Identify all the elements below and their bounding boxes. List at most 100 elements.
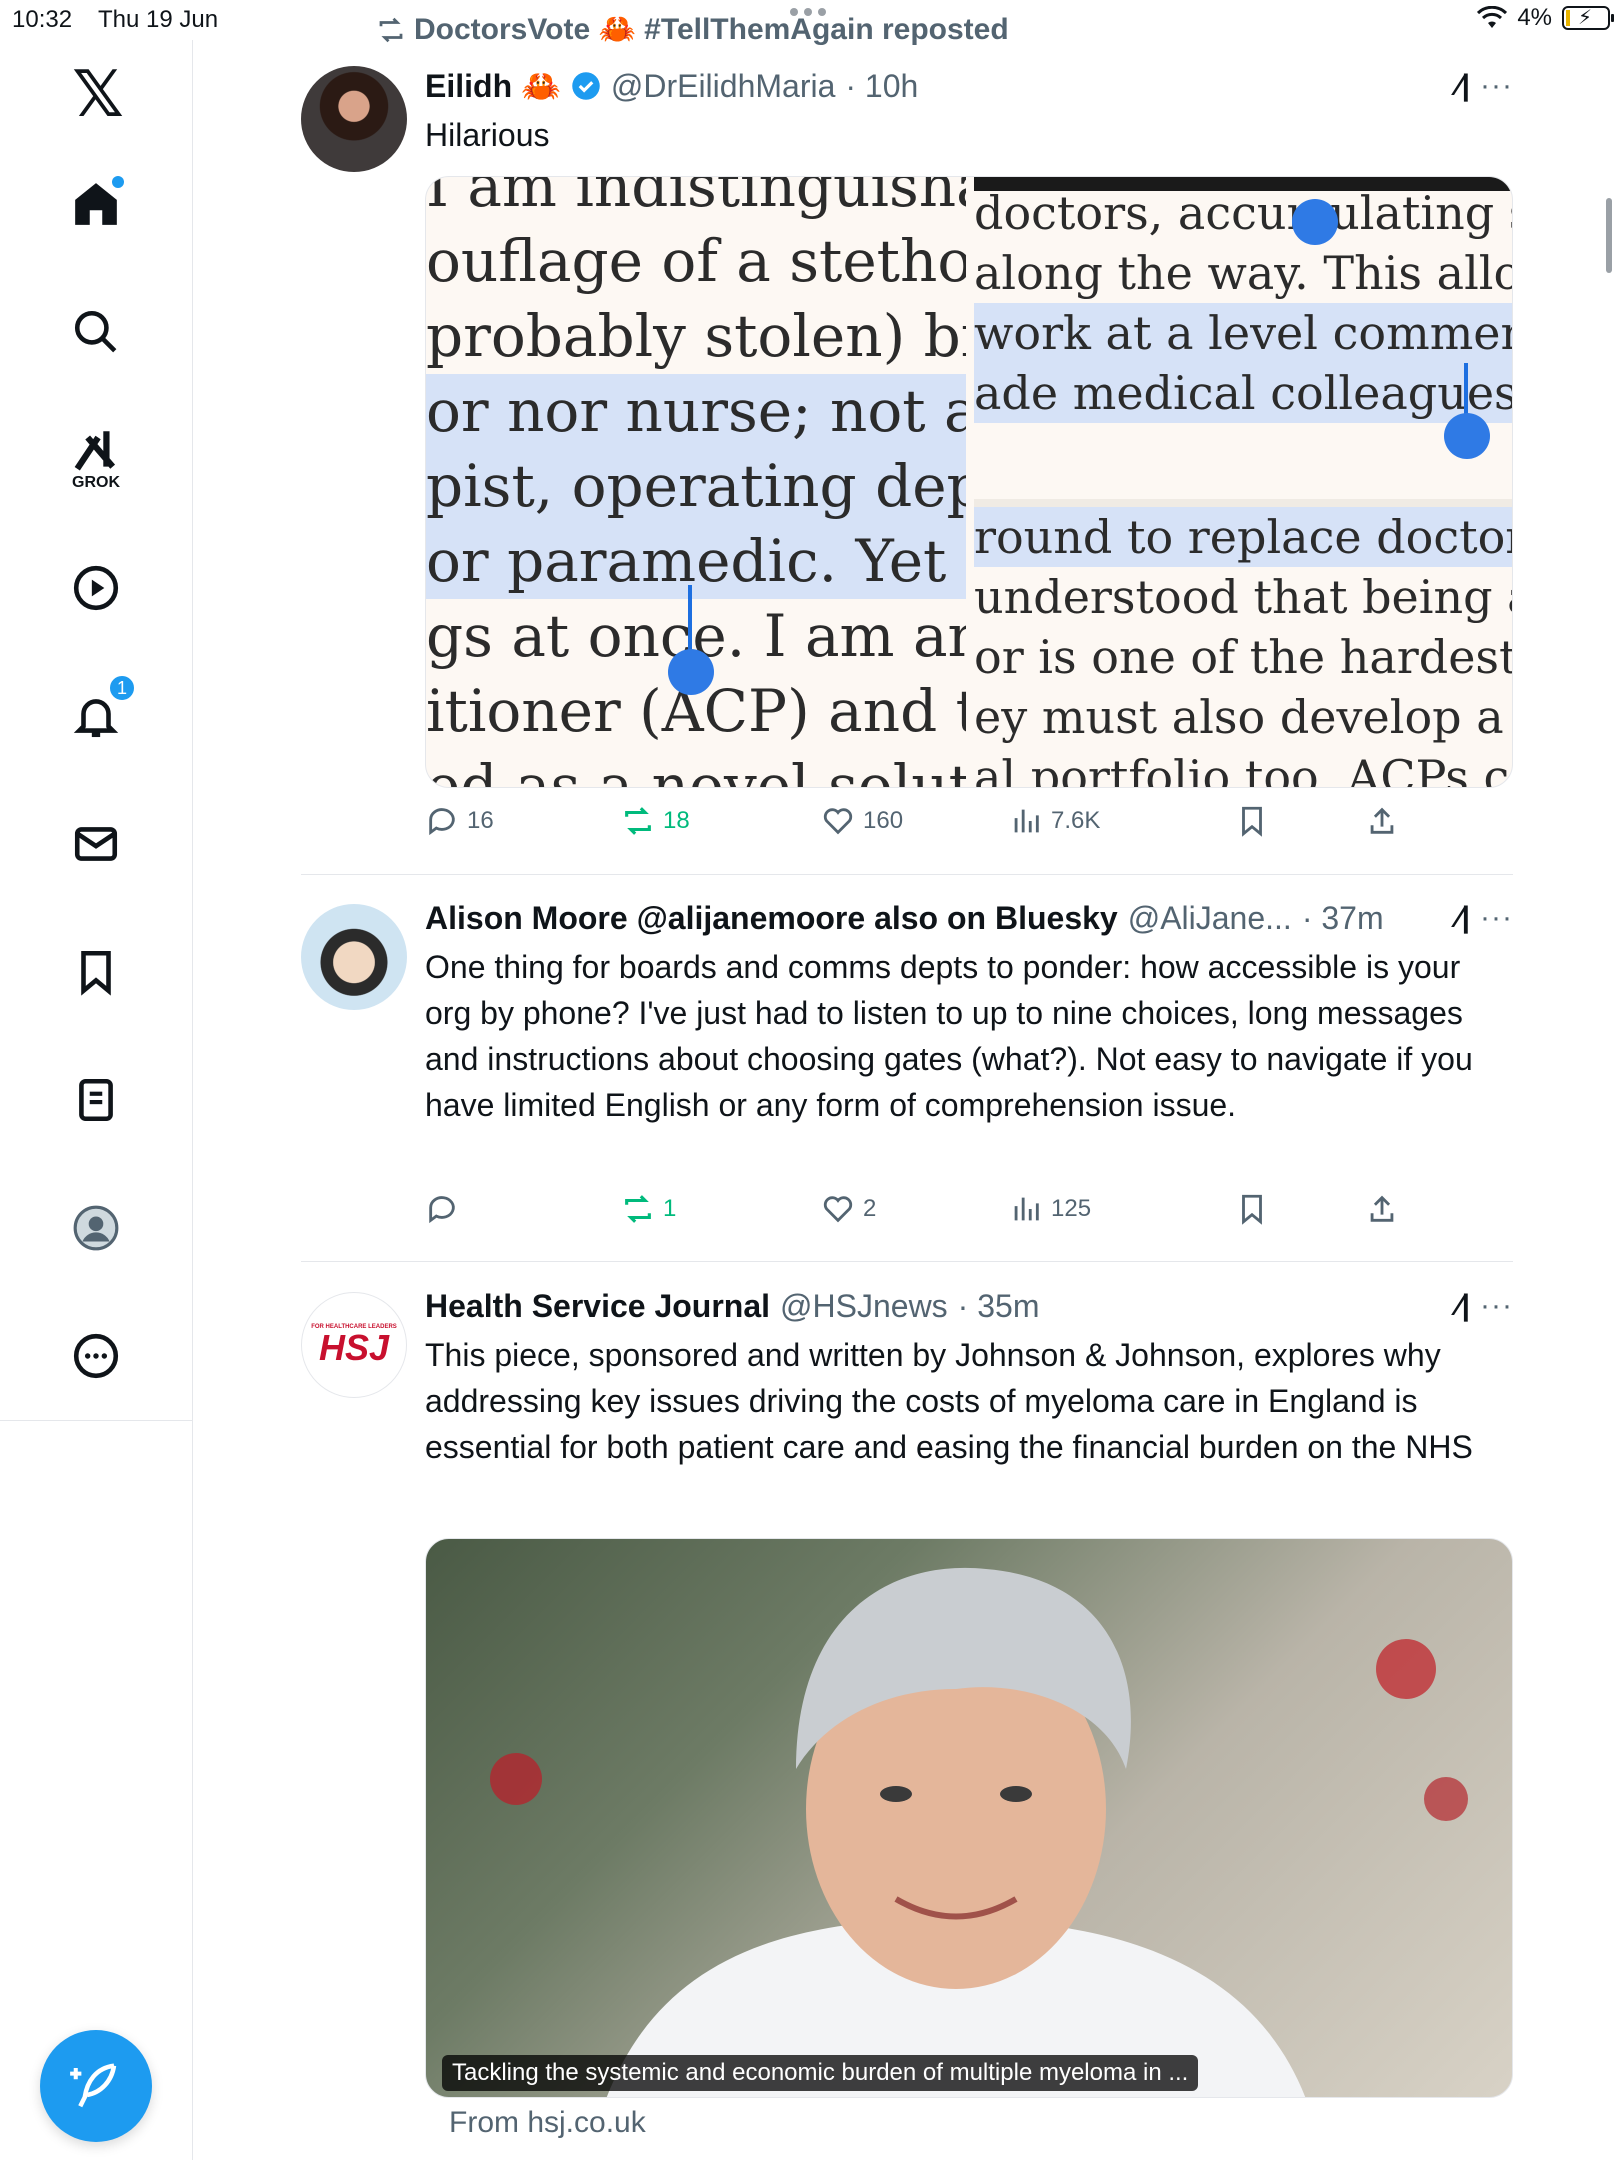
article-line: ouflage of a stethosco <box>426 227 966 295</box>
more-icon[interactable]: ··· <box>1480 69 1513 103</box>
x-logo-icon[interactable]: 𝕏 <box>66 62 130 126</box>
author-name[interactable]: Alison Moore @alijanemoore also on Blues… <box>425 900 1118 937</box>
repost-button[interactable]: 18 <box>621 804 690 838</box>
hsj-logo: HSJ <box>318 1327 390 1368</box>
article-left-column: I am indistinguishabl ouflage of a steth… <box>426 177 966 788</box>
repost-icon <box>625 1195 651 1223</box>
views-button[interactable]: 7.6K <box>1009 804 1100 838</box>
grok-explain-icon[interactable]: ⁄| <box>1457 1289 1470 1323</box>
author-handle[interactable]: @HSJnews <box>780 1288 948 1325</box>
share-icon <box>1370 807 1394 834</box>
selection-handle-dot[interactable] <box>668 649 714 695</box>
article-gap <box>974 423 1512 507</box>
heart-icon <box>823 808 853 835</box>
avatar[interactable]: FOR HEALTHCARE LEADERS HSJ <box>301 1292 407 1398</box>
bookmark-button[interactable] <box>1235 804 1269 838</box>
post-time[interactable]: · 35m <box>958 1288 1040 1325</box>
selection-handle-dot[interactable] <box>1444 413 1490 459</box>
reply-count: 16 <box>467 807 494 834</box>
tweet-eilidh[interactable]: Eilidh 🦀 @DrEilidhMaria · 10h ⁄| ··· Hil… <box>301 64 1513 854</box>
bookmarks-icon[interactable] <box>60 936 132 1008</box>
bookmark-icon <box>1242 806 1262 837</box>
article-line: along the way. This allov <box>974 246 1513 300</box>
like-count: 2 <box>863 1195 877 1222</box>
repost-icon <box>625 807 651 835</box>
article-line: or paramedic. Yet my <box>426 524 966 599</box>
article-line: doctors, accumulating sl <box>974 186 1513 240</box>
page-scrollbar[interactable] <box>1606 198 1612 273</box>
avatar[interactable] <box>301 904 407 1010</box>
compose-post-button[interactable] <box>40 2030 152 2142</box>
bookmark-icon <box>1242 1194 1262 1225</box>
tweet-header: Eilidh 🦀 @DrEilidhMaria · 10h ⁄| ··· <box>425 64 1513 108</box>
heart-icon <box>823 1196 853 1223</box>
home-icon[interactable] <box>60 168 132 240</box>
view-count: 125 <box>1051 1195 1092 1222</box>
repost-icon <box>379 17 403 42</box>
article-line: understood that being a n <box>974 570 1512 624</box>
link-card-caption: Tackling the systemic and economic burde… <box>442 2055 1199 2091</box>
timeline-feed: DoctorsVote 🦀 #TellThemAgain reposted Ei… <box>193 0 1513 2160</box>
more-icon[interactable]: ··· <box>1480 1289 1513 1323</box>
bookmark-button[interactable] <box>1235 1192 1269 1226</box>
grok-label: GROK <box>72 474 120 491</box>
reply-button[interactable]: 16 <box>425 804 494 838</box>
tweet-header: Alison Moore @alijanemoore also on Blues… <box>425 896 1513 940</box>
repost-indicator[interactable]: DoctorsVote 🦀 #TellThemAgain reposted <box>376 12 1009 47</box>
views-button[interactable]: 125 <box>1009 1192 1091 1226</box>
repost-count: 18 <box>663 807 690 834</box>
tweet-text: One thing for boards and comms depts to … <box>425 949 1473 1123</box>
messages-envelope-icon[interactable] <box>60 808 132 880</box>
author-handle[interactable]: @DrEilidhMaria <box>611 68 836 105</box>
tweet-alison-moore[interactable]: Alison Moore @alijanemoore also on Blues… <box>301 896 1513 1236</box>
grok-explain-icon[interactable]: ⁄| <box>1457 901 1470 935</box>
view-count: 7.6K <box>1051 807 1101 834</box>
lists-icon[interactable] <box>60 1064 132 1136</box>
repost-count: 1 <box>663 1195 677 1222</box>
share-button[interactable] <box>1365 804 1399 838</box>
avatar[interactable] <box>301 66 407 172</box>
article-line: or is one of the hardest jo <box>974 630 1513 684</box>
like-count: 160 <box>863 807 904 834</box>
article-line: ed as a novel solutio <box>426 752 966 788</box>
article-line: work at a level commens <box>974 303 1512 363</box>
article-line: ade medical colleagues. <box>974 363 1512 423</box>
author-name[interactable]: Eilidh 🦀 <box>425 67 561 105</box>
more-icon[interactable]: ··· <box>1480 901 1513 935</box>
post-time[interactable]: · 37m <box>1302 900 1384 937</box>
tweet-header: Health Service Journal @HSJnews · 35m ⁄|… <box>425 1284 1513 1328</box>
share-button[interactable] <box>1365 1192 1399 1226</box>
link-card-source[interactable]: From hsj.co.uk <box>449 2106 646 2140</box>
post-time[interactable]: · 10h <box>845 68 918 105</box>
like-button[interactable]: 2 <box>821 1192 876 1226</box>
battery-icon: ⚡ <box>1562 6 1614 30</box>
grok-explain-icon[interactable]: ⁄| <box>1457 69 1470 103</box>
sidebar-divider <box>0 1420 193 1421</box>
verified-badge-icon <box>572 72 600 100</box>
author-name[interactable]: Health Service Journal <box>425 1288 770 1325</box>
home-unread-dot <box>112 176 124 188</box>
link-card-image[interactable]: Tackling the systemic and economic burde… <box>425 1538 1513 2098</box>
author-handle[interactable]: @AliJane... <box>1128 900 1292 937</box>
tweet-actions: 1 2 125 <box>425 1192 1513 1232</box>
tweet-actions: 16 18 160 7.6K <box>425 804 1513 844</box>
article-line: or nor nurse; not a <box>426 374 966 449</box>
views-chart-icon <box>1014 809 1039 833</box>
views-chart-icon <box>1014 1197 1039 1221</box>
like-button[interactable]: 160 <box>821 804 903 838</box>
reply-button[interactable] <box>425 1192 467 1226</box>
article-line: pist, operating depart <box>426 449 966 524</box>
compose-feather-icon <box>70 2063 117 2108</box>
tweet-image-article-screenshot[interactable]: I am indistinguishabl ouflage of a steth… <box>425 176 1513 788</box>
video-play-icon[interactable] <box>60 552 132 624</box>
search-icon[interactable] <box>60 296 132 368</box>
tweet-divider <box>301 874 1513 875</box>
profile-avatar-icon[interactable] <box>60 1192 132 1264</box>
notifications-bell-icon[interactable]: 1 <box>60 674 136 752</box>
grok-icon[interactable]: GROK <box>60 424 132 496</box>
share-icon <box>1370 1195 1394 1222</box>
more-options-icon[interactable] <box>60 1320 132 1392</box>
selection-handle-dot[interactable] <box>1292 199 1338 245</box>
repost-button[interactable]: 1 <box>621 1192 676 1226</box>
reply-icon <box>429 808 455 836</box>
